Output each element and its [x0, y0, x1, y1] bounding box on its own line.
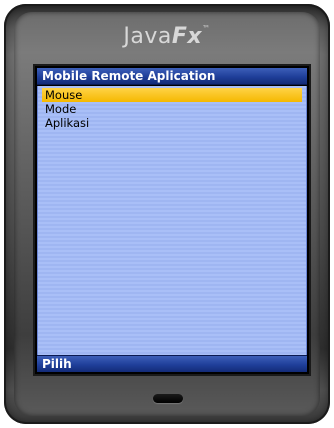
home-button[interactable]	[153, 394, 183, 403]
logo-prefix: Java	[123, 24, 172, 49]
javafx-logo: JavaFx™	[0, 24, 334, 49]
softkey-pilih[interactable]: Pilih	[42, 357, 72, 371]
phone-screen: Mobile Remote Aplication Mouse Mode Apli…	[33, 64, 311, 376]
menu-list: Mouse Mode Aplikasi	[37, 86, 307, 355]
screen-title: Mobile Remote Aplication	[42, 69, 216, 83]
softkey-bar: Pilih	[37, 355, 307, 372]
menu-item-mode[interactable]: Mode	[42, 102, 302, 116]
menu-item-mouse[interactable]: Mouse	[42, 88, 302, 102]
logo-fx: Fx	[171, 24, 203, 49]
menu-item-aplikasi[interactable]: Aplikasi	[42, 116, 302, 130]
screen-titlebar: Mobile Remote Aplication	[37, 68, 307, 85]
logo-trademark: ™	[202, 24, 211, 33]
